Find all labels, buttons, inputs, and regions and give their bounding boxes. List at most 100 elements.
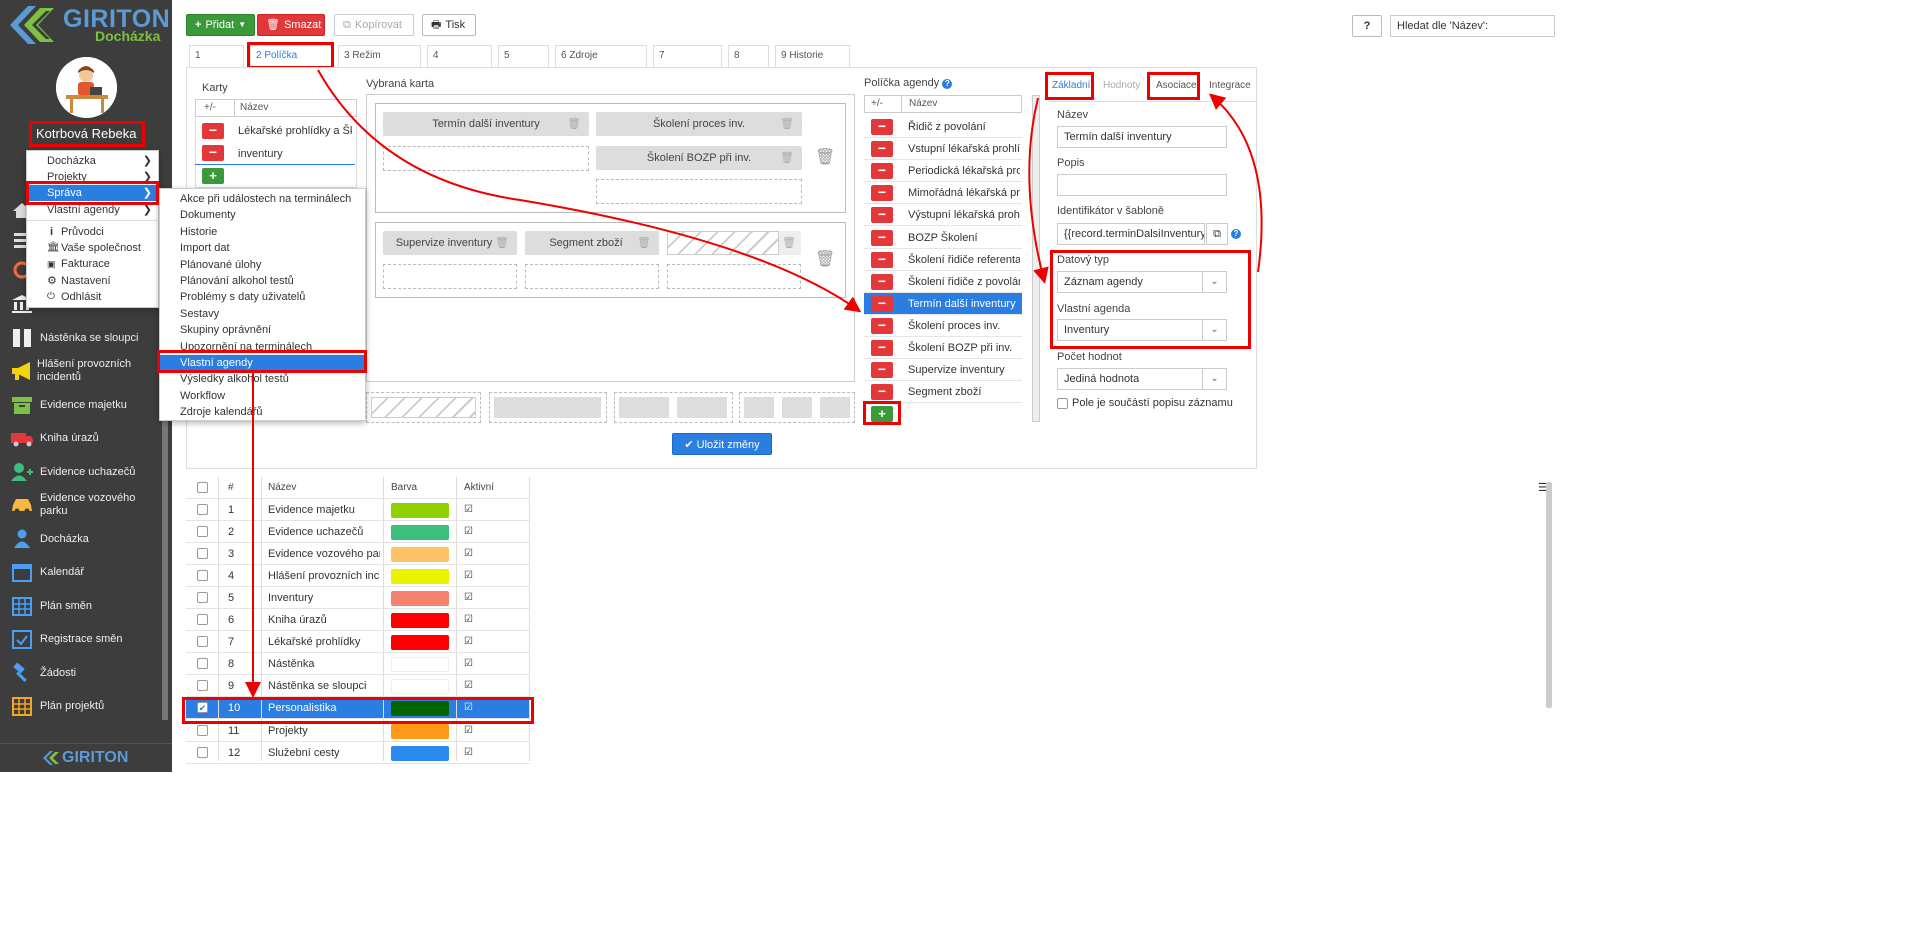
remove-field-button[interactable]: −: [871, 340, 893, 356]
add-card-button[interactable]: +: [202, 168, 224, 184]
search-input[interactable]: Hledat dle 'Název':: [1390, 15, 1555, 37]
field-row[interactable]: − Termín další inventury: [864, 292, 1022, 315]
name-field[interactable]: Termín další inventury: [1057, 126, 1227, 148]
table-row[interactable]: 4 Hlášení provozních incidentů ☑: [186, 565, 530, 588]
logo[interactable]: GIRITON Docházka: [0, 0, 172, 50]
field-row[interactable]: − Výstupní lékařská prohlídka: [864, 204, 1022, 227]
menu-item-projekty[interactable]: Projekty ❯: [27, 169, 158, 185]
table-row[interactable]: 7 Lékařské prohlídky ☑: [186, 631, 530, 654]
submenu-item[interactable]: Workflow: [160, 388, 365, 404]
page-scrollbar[interactable]: [1546, 482, 1552, 708]
submenu-item[interactable]: Skupiny oprávnění: [160, 322, 365, 338]
help-circle-icon[interactable]: ?: [942, 79, 953, 89]
remove-field-button[interactable]: −: [871, 317, 893, 334]
remove-field-button[interactable]: −: [871, 295, 893, 312]
table-row[interactable]: 8 Nástěnka ☑: [186, 653, 530, 676]
field-dropzone[interactable]: [525, 264, 659, 289]
field-row[interactable]: − Školení řidiče referenta: [864, 249, 1022, 271]
submenu-item[interactable]: Výsledky alkohol testů: [160, 371, 365, 387]
sidebar-item-kalendar[interactable]: Kalendář: [0, 555, 172, 589]
submenu-item[interactable]: Plánování alkohol testů: [160, 273, 365, 289]
submenu-item[interactable]: Zdroje kalendářů: [160, 404, 365, 420]
delete-section-trash-icon[interactable]: 🗑: [815, 147, 835, 167]
submenu-item[interactable]: Vlastní agendy: [160, 355, 365, 371]
submenu-item[interactable]: Sestavy: [160, 306, 365, 322]
row-checkbox[interactable]: [197, 570, 208, 582]
table-row[interactable]: 3 Evidence vozového parku ☑: [186, 543, 530, 566]
description-field[interactable]: [1057, 174, 1227, 196]
fields-scrollbar[interactable]: [1032, 95, 1040, 422]
field-dropzone[interactable]: [667, 264, 801, 289]
add-field-button[interactable]: +: [871, 406, 893, 422]
print-button[interactable]: 🖶 Tisk: [422, 14, 476, 36]
data-type-select[interactable]: Záznam agendy ⌄: [1057, 271, 1227, 293]
sidebar-item-kniha-urazu[interactable]: Kniha úrazů: [0, 421, 172, 455]
col-header[interactable]: Aktivní: [464, 477, 494, 499]
field-row[interactable]: − Supervize inventury: [864, 359, 1022, 382]
row-checkbox[interactable]: [197, 526, 208, 538]
field-dropzone[interactable]: [383, 264, 517, 289]
field-chip-supervize[interactable]: Supervize inventury 🗑: [383, 231, 517, 255]
tab-5[interactable]: 5 Sestavy: [498, 45, 549, 81]
menu-item-odhlasit[interactable]: ⏻ Odhlásit: [27, 289, 158, 305]
menu-item-nastaveni[interactable]: ⚙ Nastavení: [27, 273, 158, 289]
field-row[interactable]: − Školení BOZP při inv.: [864, 337, 1022, 359]
help-button[interactable]: ?: [1352, 15, 1382, 37]
sidebar-item-hlaseni[interactable]: Hlášení provozních incidentů: [0, 354, 172, 388]
submenu-item[interactable]: Plánované úlohy: [160, 257, 365, 273]
field-row[interactable]: − Řidič z povolání: [864, 116, 1022, 138]
submenu-item[interactable]: Upozornění na terminálech: [160, 339, 365, 355]
field-chip-termin[interactable]: Termín další inventury 🗑: [383, 112, 589, 136]
remove-field-button[interactable]: −: [871, 141, 893, 158]
tab-4[interactable]: 4 Workflows: [427, 45, 492, 81]
tab-integrace[interactable]: Integrace: [1209, 77, 1251, 95]
remove-field-button[interactable]: −: [871, 362, 893, 379]
delete-button[interactable]: 🗑 Smazat: [257, 14, 325, 36]
field-dropzone[interactable]: [383, 146, 589, 171]
table-row[interactable]: 5 Inventury ☑: [186, 587, 530, 610]
field-row[interactable]: − Mimořádná lékařská prohlídka: [864, 182, 1022, 205]
row-checkbox[interactable]: [197, 636, 208, 648]
row-checkbox[interactable]: [197, 614, 208, 626]
field-placeholder-hatched[interactable]: [667, 231, 779, 255]
remove-field-button[interactable]: −: [871, 251, 893, 268]
sidebar-item-plan-projektu[interactable]: Plán projektů: [0, 689, 172, 723]
menu-item-spolecnost[interactable]: 🏛 Vaše společnost: [27, 240, 158, 256]
table-row[interactable]: 12 Služební cesty ☑: [186, 741, 530, 764]
tab-3[interactable]: 3 Režim pohledu: [338, 45, 421, 81]
card-name[interactable]: Lékařské prohlídky a Školení: [238, 120, 352, 142]
trash-icon[interactable]: 🗑: [567, 112, 581, 136]
row-checkbox[interactable]: ✔: [197, 702, 208, 714]
remove-field-button[interactable]: −: [871, 384, 893, 401]
copy-button[interactable]: ⧉ Kopírovat: [334, 14, 414, 36]
tab-asociace[interactable]: Asociace: [1156, 77, 1197, 95]
row-checkbox[interactable]: [197, 746, 208, 758]
avatar[interactable]: [56, 57, 117, 118]
tab-hodnoty[interactable]: Hodnoty: [1103, 77, 1140, 95]
description-checkbox[interactable]: [1057, 398, 1068, 409]
sidebar-item-nastenka-sloupce[interactable]: Nástěnka se sloupci: [0, 321, 172, 355]
value-count-select[interactable]: Jediná hodnota ⌄: [1057, 368, 1227, 390]
field-chip-empty[interactable]: 🗑: [779, 231, 801, 255]
tab-6[interactable]: 6 Zdroje kalendářů: [555, 45, 647, 81]
trash-icon[interactable]: 🗑: [782, 231, 796, 255]
trash-icon[interactable]: 🗑: [780, 112, 794, 136]
select-all-checkbox[interactable]: [197, 482, 208, 493]
sidebar-item-plan-smen[interactable]: Plán směn: [0, 589, 172, 623]
submenu-item[interactable]: Akce při událostech na terminálech: [160, 191, 365, 207]
menu-item-vlastni-agendy[interactable]: Vlastní agendy ❯: [27, 202, 158, 218]
sidebar-item-dochazka[interactable]: Docházka: [0, 522, 172, 556]
row-checkbox[interactable]: [197, 680, 208, 692]
help-circle-icon[interactable]: ?: [1231, 229, 1241, 239]
identifier-field[interactable]: {{record.terminDalsiInventury}}: [1057, 223, 1205, 245]
col-header[interactable]: Název: [268, 477, 380, 499]
row-checkbox[interactable]: [197, 592, 208, 604]
sidebar-item-uchazeci[interactable]: Evidence uchazečů: [0, 455, 172, 489]
trash-icon[interactable]: 🗑: [780, 146, 794, 170]
table-row[interactable]: 1 Evidence majetku ☑: [186, 499, 530, 521]
remove-field-button[interactable]: −: [871, 185, 893, 202]
remove-field-button[interactable]: −: [871, 119, 893, 135]
field-row[interactable]: − Školení proces inv.: [864, 315, 1022, 337]
table-row[interactable]: 2 Evidence uchazečů ☑: [186, 521, 530, 544]
col-header[interactable]: Barva: [391, 477, 417, 499]
